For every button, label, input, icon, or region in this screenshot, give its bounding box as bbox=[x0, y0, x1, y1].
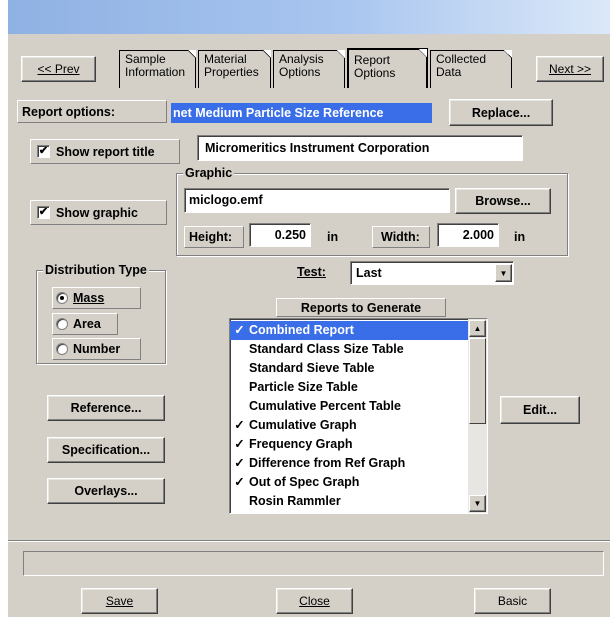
distribution-type-title: Distribution Type bbox=[43, 263, 149, 277]
height-input[interactable]: 0.250 bbox=[249, 223, 311, 247]
reference-button[interactable]: Reference... bbox=[47, 395, 165, 421]
report-options-label: Report options: bbox=[17, 100, 167, 123]
reports-list[interactable]: ✓ Combined Report Standard Class Size Tab… bbox=[229, 318, 488, 514]
list-item[interactable]: Standard Class Size Table bbox=[230, 340, 468, 359]
list-item[interactable]: Standard Sieve Table bbox=[230, 359, 468, 378]
radio-selected-icon bbox=[56, 292, 68, 304]
radio-mass[interactable]: Mass bbox=[52, 287, 141, 309]
test-select[interactable]: Last bbox=[350, 261, 514, 285]
radio-empty-icon bbox=[56, 343, 68, 355]
scroll-down-icon[interactable]: ▼ bbox=[469, 495, 486, 512]
tab-material-properties[interactable]: Material Properties bbox=[198, 50, 271, 88]
tab-report-options[interactable]: Report Options bbox=[347, 48, 428, 88]
replace-button[interactable]: Replace... bbox=[449, 99, 553, 126]
overlays-button[interactable]: Overlays... bbox=[47, 478, 165, 504]
specification-button[interactable]: Specification... bbox=[47, 437, 165, 463]
radio-empty-icon bbox=[56, 318, 68, 330]
list-item[interactable]: ✓ Out of Spec Graph bbox=[230, 473, 468, 492]
list-item[interactable]: Particle Size Table bbox=[230, 378, 468, 397]
check-icon: ✔ bbox=[37, 145, 50, 158]
radio-area[interactable]: Area bbox=[52, 313, 118, 335]
height-unit: in bbox=[327, 230, 339, 244]
edit-button[interactable]: Edit... bbox=[500, 396, 580, 424]
radio-number[interactable]: Number bbox=[52, 338, 141, 360]
dropdown-arrow-icon[interactable]: ▼ bbox=[495, 264, 512, 282]
check-icon: ✔ bbox=[37, 206, 50, 219]
close-button[interactable]: Close bbox=[276, 588, 353, 614]
list-item[interactable]: ✓ Difference from Ref Graph bbox=[230, 454, 468, 473]
test-label: Test: bbox=[297, 265, 326, 279]
width-unit: in bbox=[514, 230, 526, 244]
prev-button[interactable]: << Prev bbox=[21, 56, 96, 82]
window-title-bar bbox=[8, 0, 610, 34]
width-input[interactable]: 2.000 bbox=[437, 223, 499, 247]
list-item[interactable]: Cumulative Percent Table bbox=[230, 397, 468, 416]
graphic-file-input[interactable]: miclogo.emf bbox=[184, 188, 450, 213]
tab-sample-information[interactable]: Sample Information bbox=[119, 50, 196, 88]
reports-to-generate-title: Reports to Generate bbox=[276, 298, 446, 317]
divider bbox=[8, 541, 610, 542]
basic-button[interactable]: Basic bbox=[474, 588, 551, 614]
report-options-field[interactable]: net Medium Particle Size Reference bbox=[171, 103, 432, 123]
show-report-title-checkbox[interactable]: ✔ Show report title bbox=[30, 139, 180, 164]
status-bar bbox=[23, 551, 604, 576]
tab-collected-data[interactable]: Collected Data bbox=[430, 50, 512, 88]
save-button[interactable]: Save bbox=[81, 588, 158, 614]
graphic-group-title: Graphic bbox=[183, 166, 235, 180]
report-title-input[interactable]: Micromeritics Instrument Corporation bbox=[197, 135, 523, 161]
list-item[interactable]: Rosin Rammler bbox=[230, 492, 468, 511]
show-graphic-checkbox[interactable]: ✔ Show graphic bbox=[30, 200, 167, 225]
next-button[interactable]: Next >> bbox=[536, 56, 604, 82]
scroll-up-icon[interactable]: ▲ bbox=[469, 320, 486, 337]
list-item[interactable]: ✓ Frequency Graph bbox=[230, 435, 468, 454]
browse-button[interactable]: Browse... bbox=[455, 188, 551, 214]
height-label: Height: bbox=[184, 226, 244, 248]
tab-analysis-options[interactable]: Analysis Options bbox=[273, 50, 345, 88]
width-label: Width: bbox=[372, 226, 430, 248]
list-item[interactable]: ✓ Cumulative Graph bbox=[230, 416, 468, 435]
list-item[interactable]: ✓ Combined Report bbox=[230, 321, 468, 340]
scroll-thumb[interactable] bbox=[469, 338, 486, 424]
